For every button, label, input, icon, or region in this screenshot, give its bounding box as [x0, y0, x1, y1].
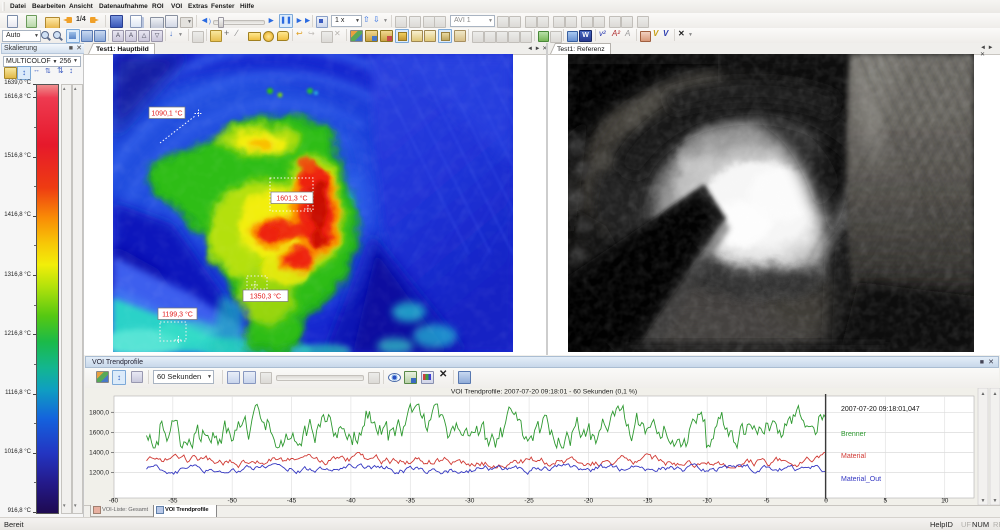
svg-text:1800,0: 1800,0 — [89, 410, 109, 417]
svg-text:1200,0: 1200,0 — [89, 470, 109, 477]
svg-text:-60: -60 — [109, 498, 119, 505]
svg-text:▲: ▲ — [981, 391, 986, 397]
svg-text:Brenner: Brenner — [841, 431, 867, 438]
svg-text:▲: ▲ — [993, 391, 998, 397]
svg-text:2007-07-20 09:18:01,047: 2007-07-20 09:18:01,047 — [841, 406, 920, 413]
svg-text:VOI Trendprofile: 2007-07-20 0: VOI Trendprofile: 2007-07-20 09:18:01 - … — [451, 389, 637, 396]
svg-text:1199,3 °C: 1199,3 °C — [162, 311, 193, 319]
svg-text:Material_Out: Material_Out — [841, 476, 881, 483]
svg-text:1090,1 °C: 1090,1 °C — [151, 110, 182, 118]
svg-text:▼: ▼ — [981, 498, 986, 504]
svg-text:1601,3 °C: 1601,3 °C — [276, 195, 307, 203]
svg-text:-25: -25 — [524, 498, 534, 505]
svg-text:1400,0: 1400,0 — [89, 450, 109, 457]
svg-text:-20: -20 — [584, 498, 594, 505]
svg-text:0: 0 — [824, 498, 828, 505]
svg-text:-30: -30 — [465, 498, 475, 505]
svg-text:-15: -15 — [643, 498, 653, 505]
svg-text:1350,3 °C: 1350,3 °C — [250, 293, 281, 301]
svg-text:-5: -5 — [764, 498, 770, 505]
svg-text:▼: ▼ — [993, 498, 998, 504]
svg-text:1600,0: 1600,0 — [89, 430, 109, 437]
svg-text:5: 5 — [883, 498, 887, 505]
svg-text:-50: -50 — [227, 498, 237, 505]
svg-text:-40: -40 — [346, 498, 356, 505]
svg-text:-45: -45 — [287, 498, 297, 505]
svg-text:Material: Material — [841, 453, 866, 460]
svg-text:-10: -10 — [702, 498, 712, 505]
svg-text:-55: -55 — [168, 498, 178, 505]
svg-text:10: 10 — [941, 498, 949, 505]
svg-text:-35: -35 — [406, 498, 416, 505]
